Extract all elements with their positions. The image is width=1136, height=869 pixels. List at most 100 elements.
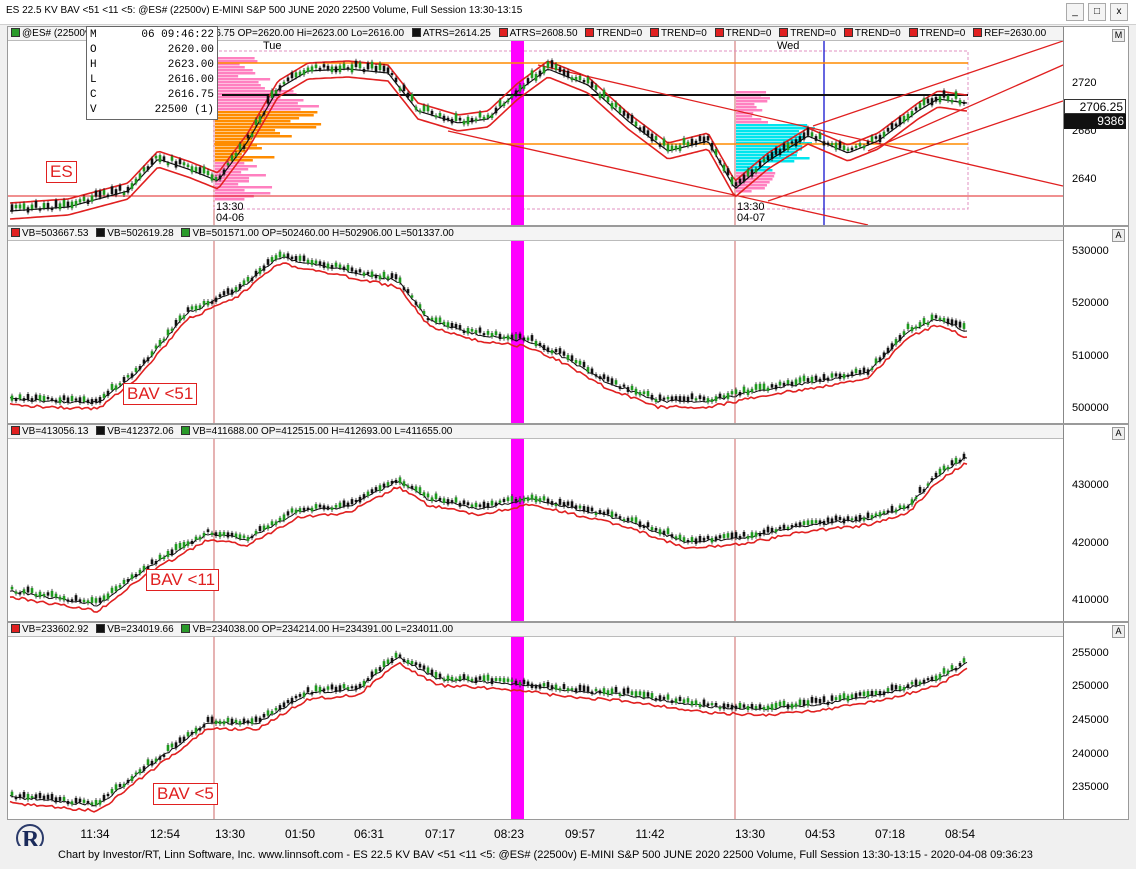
candle-body xyxy=(718,160,722,164)
candle-body xyxy=(822,141,826,146)
candle-body xyxy=(58,596,62,600)
candle-body xyxy=(770,152,774,160)
candle-body xyxy=(882,691,886,696)
candle-body xyxy=(470,118,474,123)
candle-body xyxy=(762,529,766,535)
candle-body xyxy=(226,288,230,294)
bav11-plot[interactable] xyxy=(8,439,1063,621)
candle-body xyxy=(106,793,110,797)
candle-body xyxy=(690,393,694,400)
candle-body xyxy=(202,532,206,537)
header-trend: TREND=0 xyxy=(919,28,966,39)
candle-body xyxy=(554,349,558,353)
candle-body xyxy=(574,688,578,693)
candle-body xyxy=(674,396,678,401)
candle-body xyxy=(554,64,558,71)
candle-body xyxy=(518,498,522,503)
candle-body xyxy=(74,398,78,401)
candle-body xyxy=(846,695,850,702)
candle-body xyxy=(802,699,806,706)
candle-body xyxy=(126,375,130,378)
candle-body xyxy=(466,116,470,125)
y-tick: 430000 xyxy=(1072,479,1109,491)
candle-body xyxy=(42,593,46,597)
candle-body xyxy=(790,381,794,386)
volume-profile-bar xyxy=(736,148,802,151)
candle-body xyxy=(318,67,322,70)
candle-body xyxy=(550,685,554,690)
header-trend: TREND=0 xyxy=(660,28,707,39)
candle-body xyxy=(846,148,850,151)
candle-body xyxy=(618,106,622,113)
volume-profile-bar xyxy=(215,84,261,87)
candle-body xyxy=(806,378,810,382)
candle-body xyxy=(182,162,186,166)
candle-body xyxy=(330,507,334,510)
candle-body xyxy=(370,271,374,278)
bav11-pane[interactable]: VB=413056.13 VB=412372.06 VB=411688.00 O… xyxy=(7,424,1129,622)
maximize-button[interactable]: □ xyxy=(1088,3,1106,21)
candle-body xyxy=(918,322,922,328)
candle-body xyxy=(206,300,210,306)
candle-body xyxy=(334,262,338,267)
header-vb: VB=411688.00 OP=412515.00 H=412693.00 L=… xyxy=(192,426,453,437)
bav51-pane[interactable]: VB=503667.53 VB=502619.28 VB=501571.00 O… xyxy=(7,226,1129,424)
candle-body xyxy=(738,702,742,708)
candle-body xyxy=(894,685,898,690)
candle-body xyxy=(490,678,494,685)
candle-body xyxy=(466,328,470,334)
bav5-pane[interactable]: VB=233602.92 VB=234019.66 VB=234038.00 O… xyxy=(7,622,1129,820)
candle-body xyxy=(770,704,774,710)
candle-body xyxy=(30,204,34,210)
candle-body xyxy=(358,683,362,688)
candle-body xyxy=(234,287,238,292)
close-button[interactable]: x xyxy=(1110,3,1128,21)
candle-body xyxy=(506,99,510,103)
candle-body xyxy=(58,397,62,404)
candle-body xyxy=(674,698,678,703)
ohlc-value: 2620.00 xyxy=(167,44,214,56)
candle-body xyxy=(746,389,750,395)
candle-body xyxy=(158,554,162,560)
candle-body xyxy=(150,559,154,564)
candle-body xyxy=(374,487,378,491)
candle-body xyxy=(742,704,746,708)
candle-body xyxy=(706,136,710,141)
candle-body xyxy=(10,791,14,796)
candle-body xyxy=(222,532,226,536)
candle-body xyxy=(838,695,842,701)
candle-body xyxy=(534,496,538,503)
candle-body xyxy=(122,783,126,787)
candle-body xyxy=(870,136,874,143)
candle-body xyxy=(22,398,26,401)
candle-body xyxy=(922,318,926,324)
candle-body xyxy=(946,95,950,101)
minimize-button[interactable]: _ xyxy=(1066,3,1084,21)
candle-body xyxy=(502,336,506,339)
volume-profile-bar xyxy=(736,97,770,100)
header-trend: TREND=0 xyxy=(854,28,901,39)
candle-body xyxy=(130,776,134,782)
ohlc-data-box: M 06 09:46:22 O 2620.00 H 2623.00 L 2616.00 … xyxy=(86,26,218,120)
y-tick: 250000 xyxy=(1072,680,1109,692)
candle-body xyxy=(378,667,382,671)
candle-body xyxy=(794,703,798,707)
candle-body xyxy=(110,587,114,593)
candle-body xyxy=(738,391,742,396)
candle-body xyxy=(918,103,922,109)
candle-body xyxy=(410,94,414,102)
candle-body xyxy=(394,274,398,280)
x-tick: 01:50 xyxy=(284,827,316,841)
candle-body xyxy=(642,525,646,529)
candle-body xyxy=(758,704,762,709)
candle-body xyxy=(742,174,746,182)
candle-body xyxy=(382,661,386,668)
candle-body xyxy=(734,389,738,394)
candle-body xyxy=(670,396,674,401)
ohlc-value: 2616.75 xyxy=(167,89,214,101)
candle-body xyxy=(714,396,718,402)
candle-body xyxy=(82,196,86,202)
candle-body xyxy=(646,692,650,697)
candle-body xyxy=(626,113,630,119)
candle-body xyxy=(350,686,354,689)
